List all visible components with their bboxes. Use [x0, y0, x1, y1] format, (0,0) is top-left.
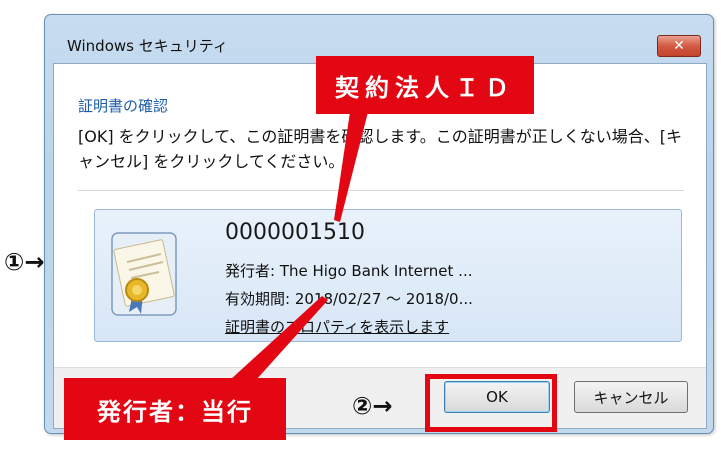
- issuer-arrow: [230, 296, 328, 380]
- step-marker-1: ①→: [4, 248, 45, 276]
- contract-id-arrow: [334, 112, 368, 222]
- contract-id-label: 契約法人ＩＤ: [316, 56, 534, 114]
- ok-highlight-box: [425, 374, 557, 432]
- step-marker-2: ②→: [352, 392, 393, 420]
- issuer-label: 発行者：当行: [64, 378, 286, 440]
